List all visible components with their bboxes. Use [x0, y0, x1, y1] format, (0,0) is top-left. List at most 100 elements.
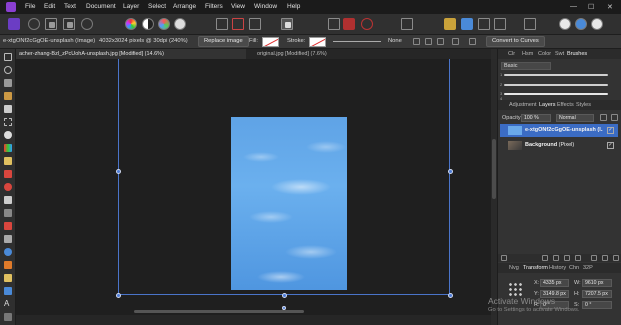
horizontal-scrollbar[interactable] [134, 310, 304, 313]
layer-row-image[interactable]: e-xtgONf2cGgOE-unsplash (I... ✓ [500, 124, 618, 137]
dodge-tool-icon[interactable] [4, 183, 12, 191]
resize-handle-bottom-left[interactable] [116, 293, 121, 298]
color-picker-icon[interactable] [343, 18, 355, 30]
smudge-tool-icon[interactable] [4, 222, 12, 230]
flood-select-icon[interactable] [4, 105, 12, 113]
resize-handle-bottom[interactable] [282, 293, 287, 298]
menu-layer[interactable]: Layer [123, 3, 139, 10]
menu-edit[interactable]: Edit [44, 3, 55, 10]
brush-preset[interactable] [504, 93, 608, 95]
layer-row-background[interactable]: Background (Pixel) ✓ [500, 139, 618, 152]
menu-help[interactable]: Help [287, 3, 300, 10]
rotate-right-icon[interactable] [469, 38, 476, 45]
contrast-icon[interactable] [142, 18, 154, 30]
hsl-icon[interactable] [158, 18, 170, 30]
stroke-style-label[interactable]: None [388, 38, 402, 44]
quick-mask-icon[interactable] [232, 18, 244, 30]
arrange-back-icon[interactable] [461, 18, 473, 30]
tab-document-1[interactable]: acher-zhang-Bzl_zPcUohA-unsplash.jpg [Mo… [16, 49, 246, 59]
brush-category-select[interactable]: Basic [501, 62, 551, 70]
menu-document[interactable]: Document [86, 3, 116, 10]
duplicate-layer-icon[interactable] [602, 255, 608, 261]
menu-view[interactable]: View [231, 3, 245, 10]
layer-settings-icon[interactable] [600, 114, 607, 121]
minimize-button[interactable]: — [570, 3, 577, 10]
add-layer-icon[interactable] [591, 255, 597, 261]
tab-styles[interactable]: Styles [576, 102, 591, 108]
photo-persona-icon[interactable] [8, 18, 20, 30]
red-eye-tool-icon[interactable] [4, 248, 12, 256]
tab-effects[interactable]: Effects [557, 102, 574, 108]
text-tool-icon[interactable]: A [4, 300, 12, 308]
width-field[interactable]: 9610 px [582, 279, 612, 287]
close-button[interactable]: ✕ [607, 3, 613, 11]
tab-hsm[interactable]: Hsm [522, 51, 533, 57]
develop-persona-icon[interactable] [45, 18, 57, 30]
gradient-tool-icon[interactable] [4, 144, 12, 152]
color-wheel-icon[interactable] [125, 18, 137, 30]
tab-swatches[interactable]: Swt [555, 51, 564, 57]
pen-tool-icon[interactable] [4, 261, 12, 269]
layer-visibility-checkbox[interactable]: ✓ [607, 127, 614, 134]
mask-icon[interactable] [542, 255, 548, 261]
opacity-field[interactable]: 100 % [521, 114, 551, 122]
paint-brush-icon[interactable] [4, 157, 12, 165]
flip-horizontal-icon[interactable] [425, 38, 432, 45]
tab-adjustment[interactable]: Adjustment [509, 102, 537, 108]
move-tool-icon[interactable] [4, 53, 12, 61]
x-field[interactable]: 4335 px [540, 279, 569, 287]
menu-select[interactable]: Select [148, 3, 166, 10]
align-left-icon[interactable] [478, 18, 490, 30]
group-icon[interactable] [575, 255, 581, 261]
convert-to-curves-button[interactable]: Convert to Curves [486, 36, 545, 47]
white-balance-icon[interactable] [174, 18, 186, 30]
tab-transform[interactable]: Transform [523, 265, 548, 271]
tab-history[interactable]: History [549, 265, 566, 271]
marquee-tool-icon[interactable] [4, 118, 12, 126]
view-tool-icon[interactable] [4, 66, 12, 74]
blur-tool-icon[interactable] [4, 209, 12, 217]
scroll-thumb[interactable] [492, 139, 496, 199]
tab-clr[interactable]: Clr [508, 51, 515, 57]
color-replace-icon[interactable] [4, 170, 12, 178]
affinity-app-icon[interactable] [6, 2, 16, 12]
fill-swatch[interactable] [262, 37, 279, 47]
flip-vertical-icon[interactable] [437, 38, 444, 45]
brush-preset[interactable] [504, 84, 608, 86]
menu-text[interactable]: Text [64, 3, 76, 10]
resize-handle-left[interactable] [116, 169, 121, 174]
arrange-forward-icon[interactable] [444, 18, 456, 30]
maximize-button[interactable]: ☐ [588, 3, 594, 11]
flip-icon[interactable] [524, 18, 536, 30]
assistant-icon[interactable] [361, 18, 373, 30]
adjustment-icon[interactable] [553, 255, 559, 261]
tone-mapping-persona-icon[interactable] [63, 18, 75, 30]
layer-visibility-checkbox[interactable]: ✓ [607, 142, 614, 149]
fill-tool-icon[interactable] [4, 131, 12, 139]
shape-tool-icon[interactable] [4, 287, 12, 295]
tab-channels[interactable]: Chn [569, 265, 579, 271]
rotate-left-icon[interactable] [452, 38, 459, 45]
stroke-swatch[interactable] [309, 37, 326, 47]
anchor-point-grid[interactable] [508, 282, 522, 296]
tab-navigator[interactable]: Nvg [509, 265, 519, 271]
tab-32p[interactable]: 32P [583, 265, 593, 271]
refine-icon[interactable] [249, 18, 261, 30]
menu-file[interactable]: File [25, 3, 35, 10]
resize-handle-right[interactable] [448, 169, 453, 174]
selection-brush-icon[interactable] [4, 92, 12, 100]
tab-brushes[interactable]: Brushes [567, 51, 587, 57]
boolean-subtract-icon[interactable] [575, 18, 587, 30]
menu-filters[interactable]: Filters [205, 3, 223, 10]
menu-window[interactable]: Window [254, 3, 277, 10]
canvas-area[interactable] [16, 59, 491, 315]
live-filter-icon[interactable] [564, 255, 570, 261]
stroke-width-slider[interactable] [333, 41, 381, 42]
liquify-persona-icon[interactable] [28, 18, 40, 30]
pencil-tool-icon[interactable] [4, 274, 12, 282]
clone-tool-icon[interactable] [4, 196, 12, 204]
zoom-tool-icon[interactable] [4, 313, 12, 321]
delete-layer-icon[interactable] [613, 255, 619, 261]
tab-layers[interactable]: Layers [539, 102, 556, 108]
tab-document-2[interactable]: original.jpg [Modified] (7.6%) [254, 49, 330, 59]
